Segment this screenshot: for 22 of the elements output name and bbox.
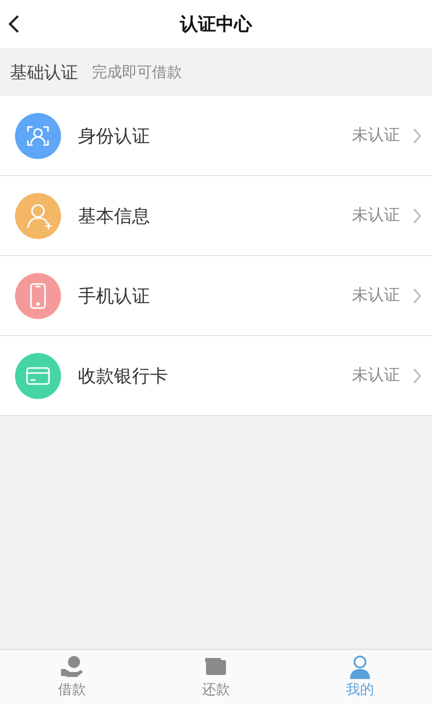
chevron-right-icon <box>412 366 422 384</box>
verification-item[interactable]: 基本信息 未认证 <box>0 176 432 256</box>
item-label: 基本信息 <box>78 204 151 228</box>
chevron-right-icon <box>412 286 422 304</box>
chevron-right-icon <box>412 206 422 224</box>
back-icon[interactable] <box>8 14 20 34</box>
section-title: 基础认证 <box>10 62 78 84</box>
chevron-right-icon <box>412 126 422 144</box>
section-hint: 完成即可借款 <box>92 62 182 82</box>
status-text: 未认证 <box>352 125 400 146</box>
status-text: 未认证 <box>352 365 400 386</box>
status-text: 未认证 <box>352 285 400 306</box>
verification-item[interactable]: 身份认证 未认证 <box>0 96 432 176</box>
item-label: 手机认证 <box>78 284 151 308</box>
item-label: 身份认证 <box>78 124 151 148</box>
page-title: 认证中心 <box>180 13 252 36</box>
verification-item[interactable]: 手机认证 未认证 <box>0 256 432 336</box>
item-label: 收款银行卡 <box>78 364 169 388</box>
coin-hand-icon <box>59 655 85 679</box>
status-text: 未认证 <box>352 205 400 226</box>
person-icon <box>347 655 373 679</box>
verification-item[interactable]: 收款银行卡 未认证 <box>0 336 432 416</box>
